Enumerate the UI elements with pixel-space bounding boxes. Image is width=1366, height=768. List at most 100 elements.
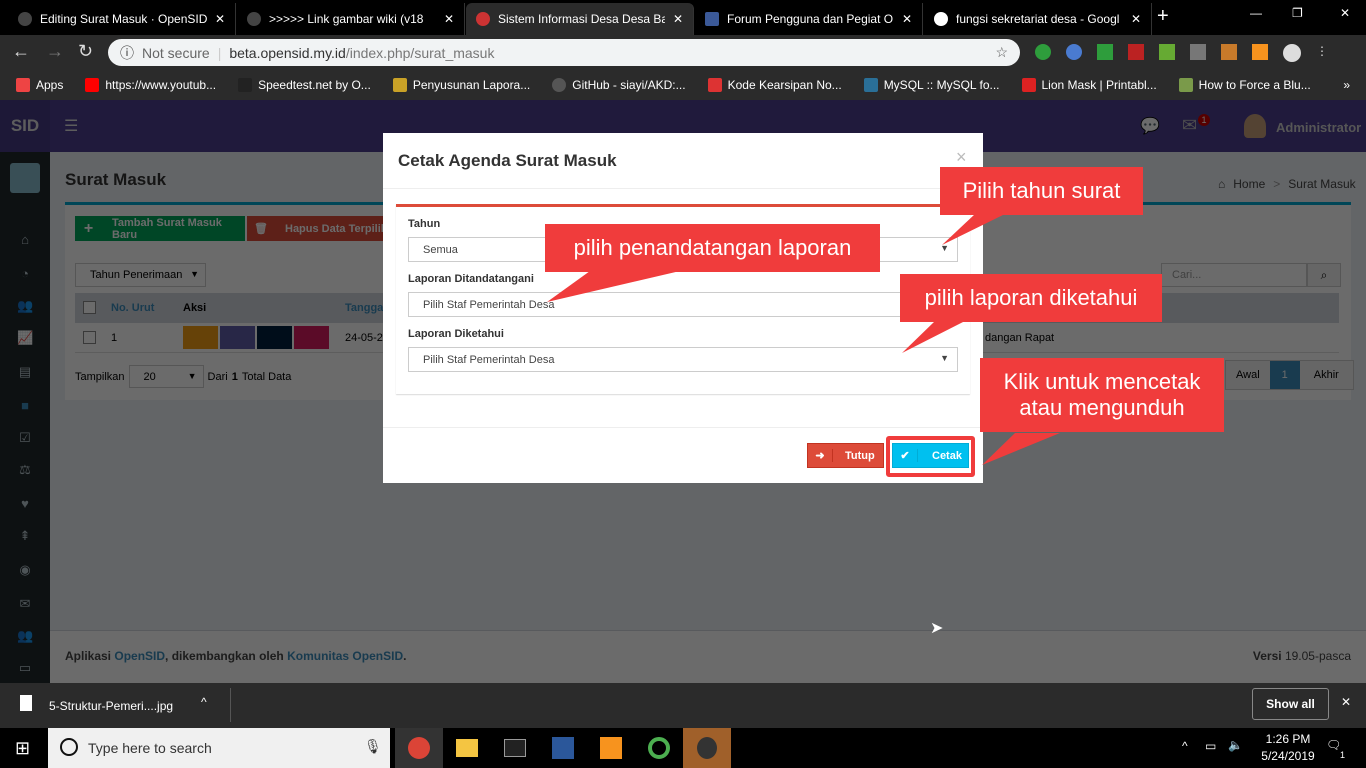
close-tab-icon[interactable]: ✕ [673,12,683,26]
extension-icon[interactable] [1190,44,1206,60]
page-last[interactable]: Akhir [1299,361,1353,389]
download-item[interactable]: 5-Struktur-Pemeri....jpg [49,699,173,713]
group-icon[interactable]: 👥 [17,628,33,643]
network-icon[interactable]: ▭ [1205,739,1216,753]
extension-icon[interactable] [1035,44,1051,60]
app-icon[interactable] [683,728,731,768]
close-tab-icon[interactable]: ✕ [1131,12,1141,26]
delete-row-button[interactable] [294,326,329,349]
close-tab-icon[interactable]: ✕ [215,12,225,26]
bookmark-how-to[interactable]: How to Force a Blu... [1178,78,1311,92]
bookmark-github[interactable]: GitHub - siayi/AKD:... [552,78,686,92]
bookmark-apps[interactable]: Apps [16,78,63,92]
check-icon[interactable]: ☑ [17,430,33,445]
user-name[interactable]: Administrator [1276,120,1361,135]
page-1[interactable]: 1 [1269,361,1300,389]
clock[interactable]: 1:26 PM 5/24/2019 [1257,732,1319,763]
select-all-checkbox[interactable] [83,301,96,314]
row-checkbox[interactable] [83,331,96,344]
diketahui-select[interactable]: Pilih Staf Pemerintah Desa ▼ [408,347,958,372]
chart-icon[interactable]: 📈 [17,330,33,345]
book-icon[interactable]: ▤ [17,364,33,379]
balance-icon[interactable]: ⚖ [17,462,33,477]
minimize-button[interactable]: — [1250,6,1262,20]
bookmark-lion-mask[interactable]: Lion Mask | Printabl... [1021,78,1157,92]
users-icon[interactable]: 👥 [17,298,33,313]
dashboard-icon[interactable]: ◔ [17,266,33,281]
foxit-icon[interactable] [587,728,635,768]
desktop-icon[interactable]: ▭ [17,660,33,675]
tab-forum[interactable]: Forum Pengguna dan Pegiat O ✕ [695,3,923,35]
print-button[interactable]: ✔ Cetak [892,443,969,468]
search-button[interactable]: ⌕ [1307,263,1341,287]
year-filter-select[interactable]: Tahun Penerimaan ▼ [75,263,206,287]
globe-icon[interactable]: ◉ [17,562,33,577]
chat-icon[interactable]: 💬 [1140,116,1160,136]
envelope-icon[interactable]: ✉ [17,596,33,611]
profile-avatar[interactable] [1283,44,1301,62]
download-options-icon[interactable]: ^ [201,695,207,709]
sidebar-toggle-icon[interactable]: ☰ [64,116,78,136]
bookmark-penyusunan[interactable]: Penyusunan Lapora... [392,78,530,92]
bookmark-mysql[interactable]: MySQL :: MySQL fo... [863,78,1000,92]
file-explorer-icon[interactable] [443,728,491,768]
extension-icon[interactable] [1252,44,1268,60]
bookmark-kode-kearsipan[interactable]: Kode Kearsipan No... [707,78,842,92]
user-avatar[interactable] [1244,114,1266,138]
close-download-bar-icon[interactable]: ✕ [1341,695,1351,709]
add-surat-button[interactable]: + Tambah Surat Masuk Baru [75,216,245,241]
menu-icon[interactable]: ⋮ [1316,44,1328,62]
bookmark-star-icon[interactable]: ☆ [995,44,1008,61]
word-icon[interactable] [539,728,587,768]
delete-selected-button[interactable]: 🗑 Hapus Data Terpilih [247,216,392,241]
close-button[interactable]: ➜ Tutup [807,443,884,468]
file-button[interactable] [257,326,292,349]
close-tab-icon[interactable]: ✕ [902,12,912,26]
column-no-urut[interactable]: No. Urut [111,302,154,314]
show-all-button[interactable]: Show all [1252,688,1329,720]
home-icon[interactable]: ⌂ [17,232,33,247]
page-size-select[interactable]: 20 ▼ [128,365,204,388]
taskbar-search[interactable]: Type here to search 🎙 [48,728,390,768]
download-extension-icon[interactable] [1221,44,1237,60]
app-logo[interactable]: SID [0,100,50,152]
tab-sistem-informasi-desa[interactable]: Sistem Informasi Desa Desa Ba ✕ [466,3,694,35]
app-icon[interactable] [635,728,683,768]
komunitas-link[interactable]: Komunitas OpenSID [287,649,403,663]
tray-chevron-icon[interactable]: ^ [1182,739,1188,753]
column-tanggal[interactable]: Tanggal [345,302,386,314]
tab-editing-surat-masuk[interactable]: Editing Surat Masuk · OpenSID ✕ [8,3,236,35]
download-button[interactable] [220,326,255,349]
close-icon[interactable]: × [956,147,967,168]
extension-icon[interactable] [1159,44,1175,60]
reload-icon[interactable]: ↻ [78,41,93,62]
heart-icon[interactable]: ♥ [17,496,33,511]
opensid-link[interactable]: OpenSID [114,649,165,663]
mail-icon[interactable]: ✉ [1182,115,1197,136]
extension-icon[interactable] [1128,44,1144,60]
ditandatangani-select[interactable]: Pilih Staf Pemerintah Desa▼ [408,292,958,317]
close-window-button[interactable]: ✕ [1340,6,1350,20]
windows-start-icon[interactable]: ⊞ [15,738,30,759]
notifications-icon[interactable]: 🗨 [1326,738,1341,752]
chrome-icon[interactable] [395,728,443,768]
breadcrumb-home[interactable]: Home [1233,177,1265,191]
forward-icon[interactable]: → [46,41,64,62]
restore-button[interactable]: ❐ [1292,6,1303,20]
signpost-icon[interactable]: ⇞ [17,528,33,543]
back-icon[interactable]: ← [12,41,30,62]
bookmark-speedtest[interactable]: Speedtest.net by O... [238,78,371,92]
page-first[interactable]: Awal [1226,361,1270,389]
new-tab-button[interactable]: + [1157,5,1169,28]
search-input[interactable]: Cari... [1161,263,1307,287]
shield-extension-icon[interactable] [1097,44,1113,60]
mail-menu-icon[interactable]: ■ [17,398,33,413]
tab-link-gambar[interactable]: >>>>> Link gambar wiki (v18 ✕ [237,3,465,35]
tab-google[interactable]: fungsi sekretariat desa - Googl ✕ [924,3,1152,35]
address-bar[interactable]: ⓘ Not secure | beta.opensid.my.id/index.… [108,39,1020,66]
extension-icon[interactable] [1066,44,1082,60]
close-tab-icon[interactable]: ✕ [444,12,454,26]
more-bookmarks-icon[interactable]: » [1343,78,1350,92]
volume-icon[interactable]: 🔈 [1228,738,1243,752]
terminal-icon[interactable] [491,728,539,768]
